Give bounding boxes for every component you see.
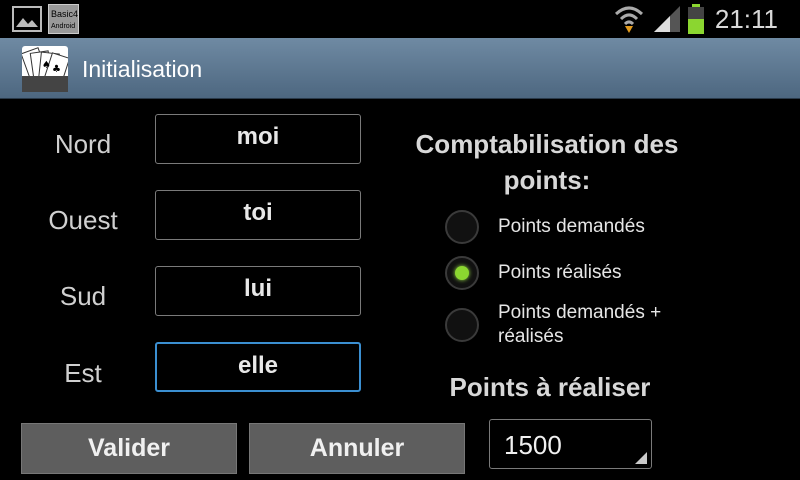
points-value: 1500 [504,430,562,460]
radio-points-demandes[interactable] [445,210,479,244]
playing-cards-icon: ♠ ♣ [20,46,71,92]
app-notification-text: Basic4 Android [51,9,78,30]
label-nord: Nord [54,129,112,159]
points-spinner[interactable]: 1500 [489,419,652,469]
target-points-title: Points à réaliser [449,372,651,402]
label-ouest: Ouest [48,205,118,235]
window-title: Initialisation [82,56,203,82]
nord-name-field[interactable]: moi [155,114,361,164]
wifi-icon [614,6,644,33]
title-bar: ♠ ♣ Initialisation [0,38,800,99]
validate-button[interactable]: Valider [21,423,237,474]
radio-label-points-demandes-realises[interactable]: Points demandés + réalisés [498,301,698,349]
battery-charging-icon [688,4,704,34]
radio-label-points-realises[interactable]: Points réalisés [498,261,622,285]
svg-text:Basic4: Basic4 [51,9,78,19]
label-est: Est [64,358,102,388]
dropdown-corner-icon [635,452,647,464]
radio-points-realises[interactable] [445,256,479,290]
radio-points-demandes-realises[interactable] [445,308,479,342]
signal-icon [654,6,680,32]
ouest-name-field[interactable]: toi [155,190,361,240]
svg-text:Android: Android [51,23,75,30]
svg-text:♠: ♠ [42,60,51,71]
gallery-icon [12,6,42,32]
radio-label-points-demandes[interactable]: Points demandés [498,215,645,239]
svg-text:♣: ♣ [52,64,61,75]
status-bar: Basic4 Android 21:11 [0,0,800,38]
sud-name-field[interactable]: lui [155,266,361,316]
clock: 21:11 [714,4,778,34]
est-name-field[interactable]: elle [155,342,361,392]
scoring-title: Comptabilisation des points: [415,129,679,195]
app-notification-icon: Basic4 Android [48,4,79,34]
cancel-button[interactable]: Annuler [249,423,465,474]
label-sud: Sud [59,281,107,311]
